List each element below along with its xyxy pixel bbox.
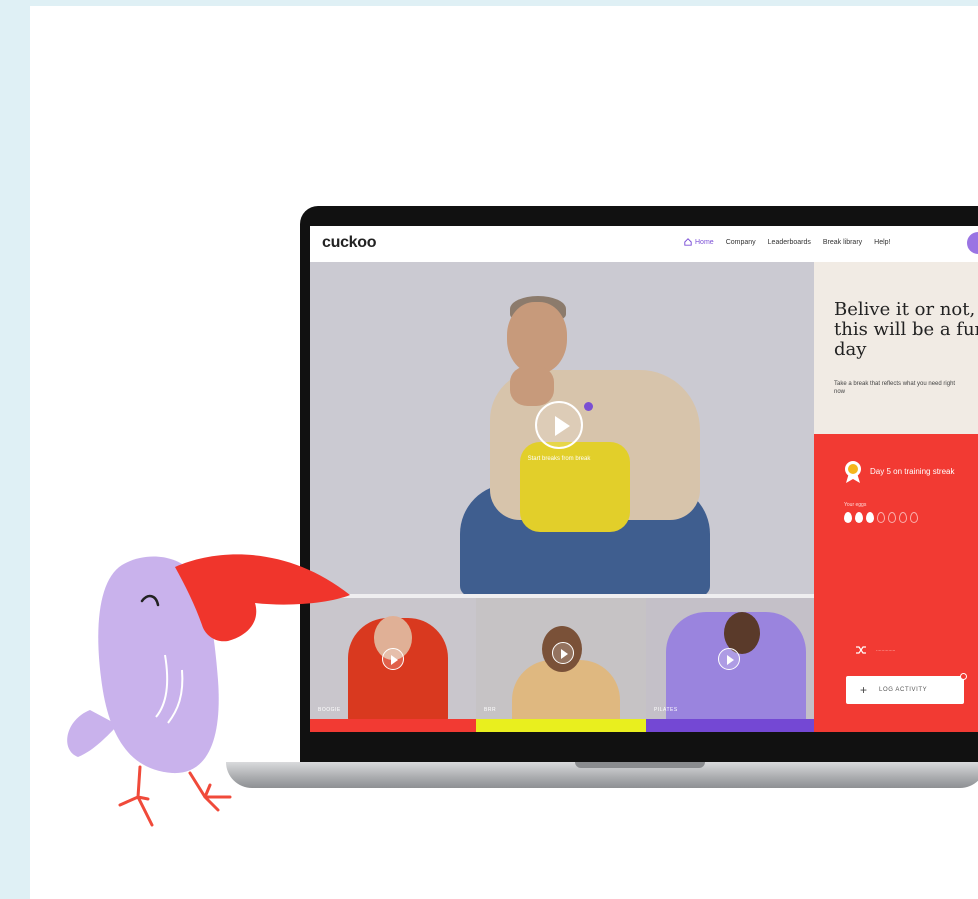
medal-icon bbox=[845, 461, 861, 483]
plus-icon: + bbox=[860, 683, 868, 697]
eggs-progress bbox=[844, 512, 918, 523]
thumb-play-button[interactable] bbox=[552, 642, 574, 664]
play-icon bbox=[391, 655, 398, 665]
shuffle-row[interactable]: .............. bbox=[856, 646, 895, 654]
thumb-color-bar bbox=[646, 719, 814, 732]
hero-person-head bbox=[507, 302, 567, 374]
greeting-subtitle: Take a break that reflects what you need… bbox=[834, 381, 956, 395]
log-activity-button[interactable]: + LOG ACTIVITY bbox=[846, 673, 967, 704]
bird-leg-right bbox=[188, 771, 232, 812]
thumb-play-button[interactable] bbox=[718, 648, 740, 670]
egg-filled-icon bbox=[855, 512, 863, 523]
nav-links: Home Company Leaderboards Break library … bbox=[684, 238, 891, 246]
nav-link-break-library[interactable]: Break library bbox=[823, 239, 862, 246]
thumb-label: PILATES bbox=[654, 707, 678, 713]
shuffle-text: .............. bbox=[876, 647, 896, 653]
streak-text: Day 5 on training streak bbox=[870, 467, 955, 476]
background-frame-left bbox=[0, 0, 30, 899]
eggs-label: Your eggs bbox=[844, 502, 867, 508]
play-icon bbox=[555, 416, 570, 436]
bird-leg-left bbox=[118, 765, 154, 827]
purple-dot bbox=[584, 402, 593, 411]
thumb-color-bar bbox=[476, 719, 646, 732]
shuffle-icon bbox=[856, 646, 866, 654]
nav-link-label: Home bbox=[695, 238, 714, 246]
egg-filled-icon bbox=[844, 512, 852, 523]
egg-empty-icon bbox=[888, 512, 896, 523]
video-thumbnail-pilates[interactable]: PILATES bbox=[646, 598, 814, 732]
nav-link-home[interactable]: Home bbox=[684, 238, 714, 246]
cuckoo-bird-illustration bbox=[67, 554, 350, 827]
top-navigation: cuckoo Home Company Leaderboards Break l… bbox=[310, 226, 978, 262]
hero-caption: Start breaks from break bbox=[527, 456, 591, 462]
hero-play-button[interactable] bbox=[535, 401, 583, 449]
cuckoo-logo[interactable]: cuckoo bbox=[322, 234, 377, 252]
avatar[interactable] bbox=[967, 232, 978, 254]
laptop-notch bbox=[575, 762, 705, 768]
greeting-title: Belive it or not, this will be a fun day bbox=[834, 299, 978, 360]
hero-person-hand bbox=[510, 366, 554, 406]
streak-panel: Day 5 on training streak Your eggs .....… bbox=[814, 434, 978, 732]
laptop-screen: cuckoo Home Company Leaderboards Break l… bbox=[310, 226, 978, 732]
notification-badge bbox=[960, 673, 967, 680]
egg-filled-icon bbox=[866, 512, 874, 523]
nav-link-help[interactable]: Help! bbox=[874, 239, 890, 246]
thumb-play-button[interactable] bbox=[382, 648, 404, 670]
egg-empty-icon bbox=[910, 512, 918, 523]
nav-link-leaderboards[interactable]: Leaderboards bbox=[768, 239, 811, 246]
home-icon bbox=[684, 238, 692, 246]
egg-empty-icon bbox=[877, 512, 885, 523]
play-icon bbox=[727, 655, 734, 665]
nav-link-company[interactable]: Company bbox=[726, 239, 756, 246]
play-icon bbox=[561, 649, 568, 659]
greeting-panel: Belive it or not, this will be a fun day… bbox=[814, 262, 978, 434]
egg-empty-icon bbox=[899, 512, 907, 523]
background-frame-top bbox=[0, 0, 978, 6]
hero-video[interactable]: Start breaks from break bbox=[310, 262, 814, 598]
video-thumbnail-brr[interactable]: BRR bbox=[476, 598, 646, 732]
log-activity-label: LOG ACTIVITY bbox=[879, 687, 928, 693]
thumb-label: BRR bbox=[484, 707, 497, 713]
